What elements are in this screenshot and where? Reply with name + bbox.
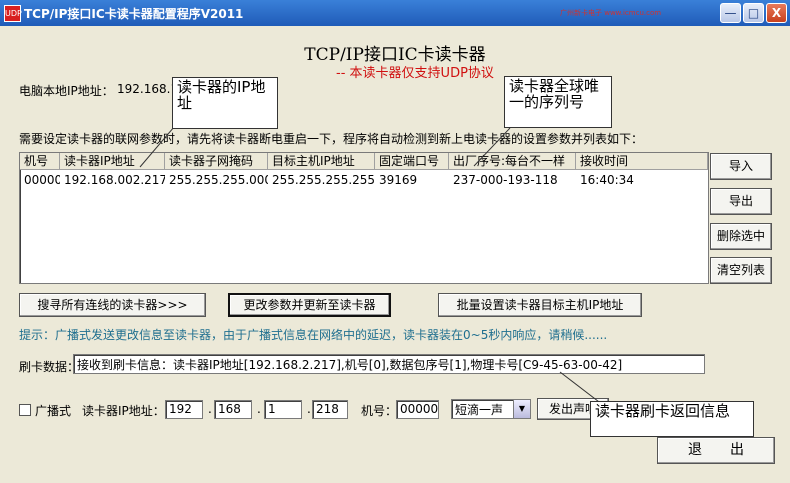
callout-card: 读卡器刷卡返回信息 — [590, 401, 754, 437]
callout-ip: 读卡器的IP地址 — [172, 77, 278, 129]
callout-serial-leader — [473, 127, 511, 167]
callout-serial: 读卡器全球唯一的序列号 — [504, 76, 612, 128]
